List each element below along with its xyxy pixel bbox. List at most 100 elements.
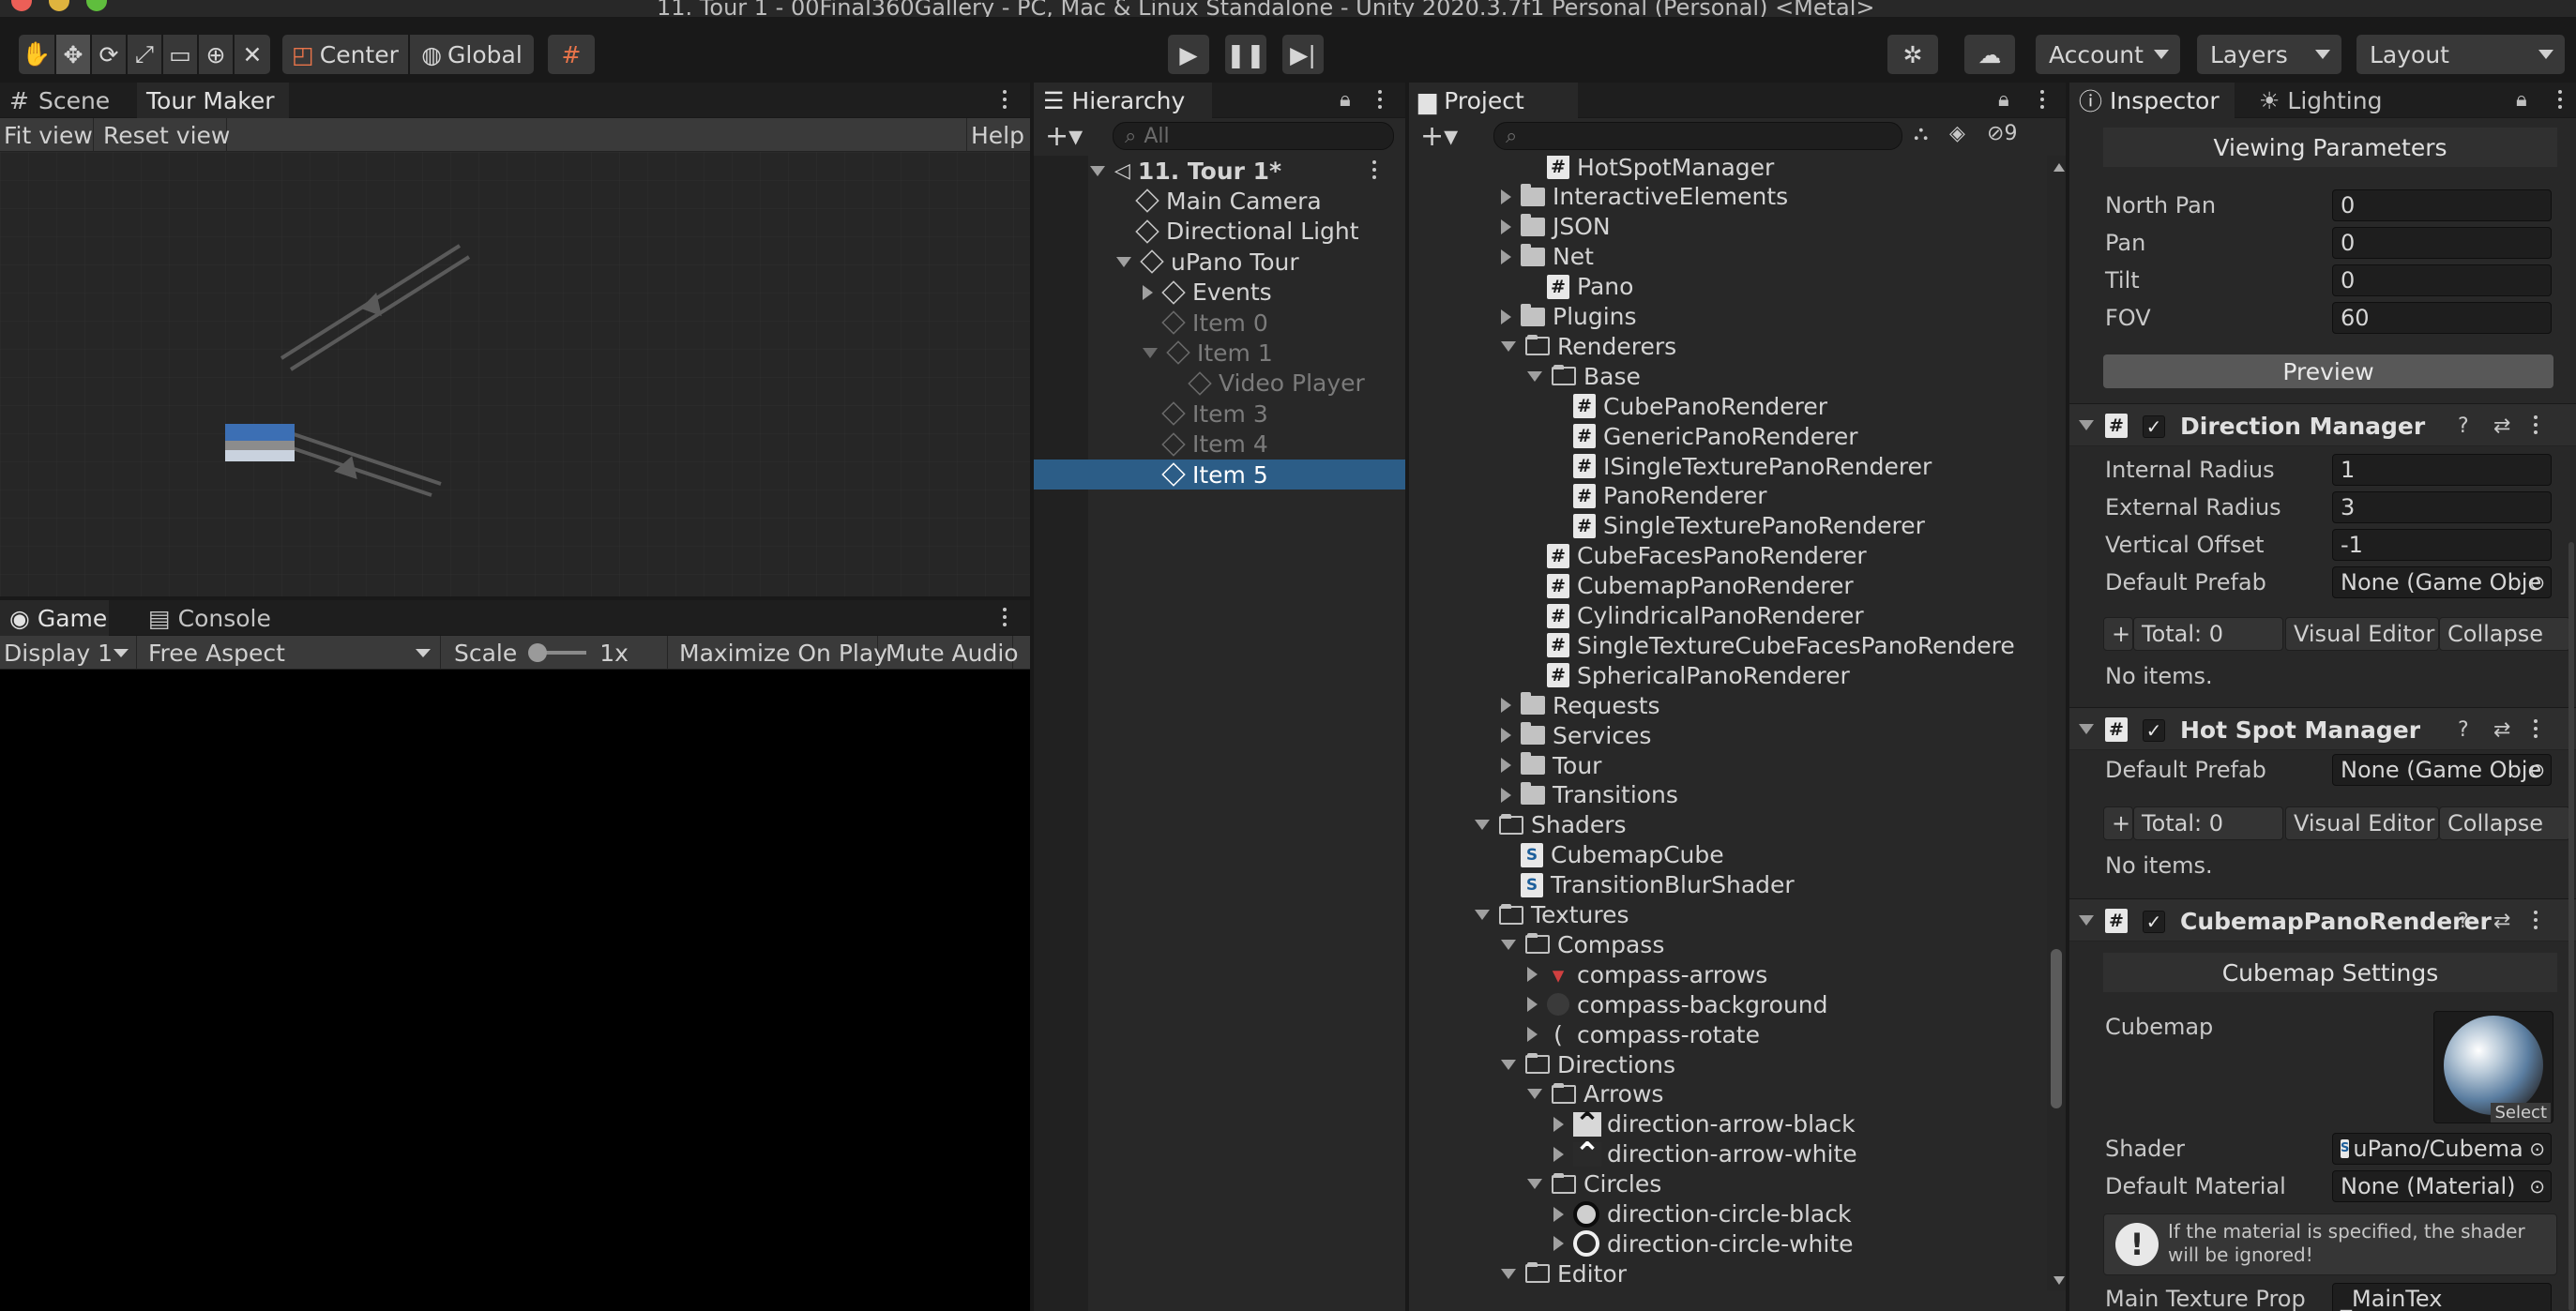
cubemap-thumbnail-field[interactable]: Select — [2433, 1011, 2553, 1123]
tab-tour-maker[interactable]: Tour Maker — [137, 83, 289, 118]
label-tag-icon[interactable]: ◈ — [1949, 122, 1965, 145]
add-hotspot-button[interactable]: + — [2103, 806, 2133, 840]
expand-arrow-icon[interactable] — [1553, 1116, 1564, 1132]
north-pan-input[interactable]: 0 — [2332, 189, 2552, 221]
inspector-scrollbar[interactable] — [2568, 542, 2574, 1311]
direction-manager-enabled-checkbox[interactable]: ✓ — [2143, 415, 2165, 438]
pause-button[interactable]: ❚❚ — [1225, 35, 1266, 74]
help-button[interactable]: Help — [966, 118, 1030, 152]
vertical-offset-input[interactable]: -1 — [2332, 529, 2552, 561]
chevron-down-icon[interactable] — [2079, 724, 2094, 734]
chevron-down-icon[interactable] — [2079, 420, 2094, 430]
hotspot-default-prefab-field[interactable]: None (Game Obje ⊙ — [2332, 754, 2552, 786]
component-menu-icon[interactable] — [2533, 911, 2538, 931]
lock-icon[interactable]: 🔒︎ — [1998, 88, 2009, 112]
hand-tool-button[interactable]: ✋ — [19, 35, 54, 74]
help-icon[interactable]: ? — [2458, 910, 2469, 933]
project-item[interactable]: S CubemapCube — [1409, 840, 2047, 870]
expand-arrow-icon[interactable] — [1116, 256, 1131, 267]
add-object-button[interactable]: +▾ — [1045, 120, 1083, 153]
expand-arrow-icon[interactable] — [1501, 249, 1511, 264]
object-picker-icon[interactable]: ⊙ — [2529, 1175, 2545, 1198]
project-item[interactable]: Circles — [1409, 1169, 2047, 1199]
expand-arrow-icon[interactable] — [1501, 1059, 1516, 1070]
expand-arrow-icon[interactable] — [1475, 910, 1490, 920]
collapse-arrow-icon[interactable] — [1143, 284, 1153, 300]
project-search-input[interactable]: ⌕ — [1493, 122, 1902, 150]
fov-input[interactable]: 60 — [2332, 302, 2552, 334]
tab-inspector[interactable]: ⓘ Inspector — [2069, 83, 2235, 118]
tab-project[interactable]: ▆ Project — [1409, 83, 1578, 118]
hierarchy-item[interactable]: Events — [1034, 278, 1405, 308]
game-menu-icon[interactable] — [1002, 608, 1008, 628]
scroll-up-icon[interactable] — [2053, 163, 2065, 172]
object-picker-icon[interactable]: ⊙ — [2529, 571, 2545, 594]
hierarchy-item[interactable]: uPano Tour — [1034, 247, 1405, 277]
project-item[interactable]: # SingleTextureCubeFacesPanoRendere — [1409, 630, 2047, 660]
project-item[interactable]: Directions — [1409, 1049, 2047, 1079]
project-item[interactable]: Base — [1409, 361, 2047, 391]
tab-scene[interactable]: # Scene — [0, 83, 131, 118]
project-item[interactable]: Requests — [1409, 690, 2047, 720]
hidden-packages-toggle[interactable]: ⊘9 — [1987, 122, 2017, 145]
custom-tool-button[interactable]: ✕ — [235, 35, 270, 74]
tour-maker-canvas[interactable] — [0, 152, 1030, 596]
chevron-down-icon[interactable] — [2079, 915, 2094, 926]
transform-tool-button[interactable]: ⊕ — [199, 35, 233, 74]
project-item[interactable]: Net — [1409, 242, 2047, 272]
filter-type-icon[interactable]: ⛬ — [1914, 122, 1928, 145]
project-scrollbar[interactable] — [2047, 156, 2066, 1290]
project-item[interactable]: Compass — [1409, 929, 2047, 959]
hierarchy-search-input[interactable]: ⌕ All — [1113, 122, 1394, 150]
add-direction-button[interactable]: + — [2103, 617, 2133, 651]
project-item[interactable]: Arrows — [1409, 1079, 2047, 1109]
scene-menu-icon[interactable] — [1002, 90, 1008, 111]
tilt-input[interactable]: 0 — [2332, 264, 2552, 296]
hierarchy-menu-icon[interactable] — [1377, 90, 1383, 111]
hierarchy-item[interactable]: Item 0 — [1034, 308, 1405, 338]
project-item[interactable]: Plugins — [1409, 302, 2047, 332]
services-button[interactable]: ✲ — [1887, 35, 1938, 74]
create-asset-button[interactable]: +▾ — [1420, 120, 1458, 153]
project-item[interactable]: Editor — [1409, 1258, 2047, 1288]
project-item[interactable]: ⌃ direction-arrow-black — [1409, 1108, 2047, 1140]
project-item[interactable]: direction-circle-white — [1409, 1228, 2047, 1258]
account-dropdown[interactable]: Account — [2036, 35, 2180, 74]
tab-console[interactable]: ▤ Console — [139, 600, 289, 636]
expand-arrow-icon[interactable] — [1553, 1206, 1564, 1222]
inspector-menu-icon[interactable] — [2557, 90, 2563, 111]
fit-view-button[interactable]: Fit view — [0, 118, 94, 152]
layout-dropdown[interactable]: Layout — [2356, 35, 2565, 74]
scale-thumb[interactable] — [528, 643, 548, 662]
project-item[interactable]: # SphericalPanoRenderer — [1409, 660, 2047, 690]
scale-track[interactable] — [528, 643, 587, 662]
hierarchy-item[interactable]: Item 4 — [1034, 429, 1405, 460]
expand-arrow-icon[interactable] — [1527, 370, 1542, 382]
expand-arrow-icon[interactable] — [1090, 165, 1105, 176]
expand-arrow-icon[interactable] — [1143, 347, 1158, 358]
rect-tool-button[interactable]: ▭ — [163, 35, 197, 74]
close-window-button[interactable] — [11, 0, 32, 11]
pano-node-thumbnail[interactable] — [225, 424, 295, 461]
object-picker-icon[interactable]: ⊙ — [2529, 1138, 2545, 1160]
external-radius-input[interactable]: 3 — [2332, 491, 2552, 523]
aspect-dropdown[interactable]: Free Aspect — [144, 636, 441, 670]
hotspot-visual-editor-button[interactable]: Visual Editor — [2285, 806, 2439, 840]
rotate-tool-button[interactable]: ⟳ — [92, 35, 126, 74]
scale-slider[interactable]: Scale 1x — [450, 636, 668, 670]
default-material-field[interactable]: None (Material) ⊙ — [2332, 1170, 2552, 1202]
shader-field[interactable]: SuPano/Cubema ⊙ — [2332, 1133, 2552, 1165]
grid-snap-button[interactable]: # — [548, 35, 595, 74]
project-item[interactable]: Renderers — [1409, 331, 2047, 361]
project-item[interactable]: # CylindricalPanoRenderer — [1409, 601, 2047, 631]
scale-tool-button[interactable]: ⤢ — [128, 35, 161, 74]
expand-arrow-icon[interactable] — [1527, 967, 1538, 983]
project-item[interactable]: InteractiveElements — [1409, 182, 2047, 212]
minimize-window-button[interactable] — [49, 0, 69, 11]
project-item[interactable]: direction-circle-black — [1409, 1199, 2047, 1229]
hotspot-collapse-button[interactable]: Collapse — [2439, 806, 2570, 840]
scroll-down-icon[interactable] — [2053, 1276, 2065, 1285]
hierarchy-item[interactable]: Item 1 — [1034, 338, 1405, 368]
hierarchy-item[interactable]: Main Camera — [1034, 186, 1405, 216]
project-item[interactable]: ⌃ direction-arrow-white — [1409, 1138, 2047, 1170]
